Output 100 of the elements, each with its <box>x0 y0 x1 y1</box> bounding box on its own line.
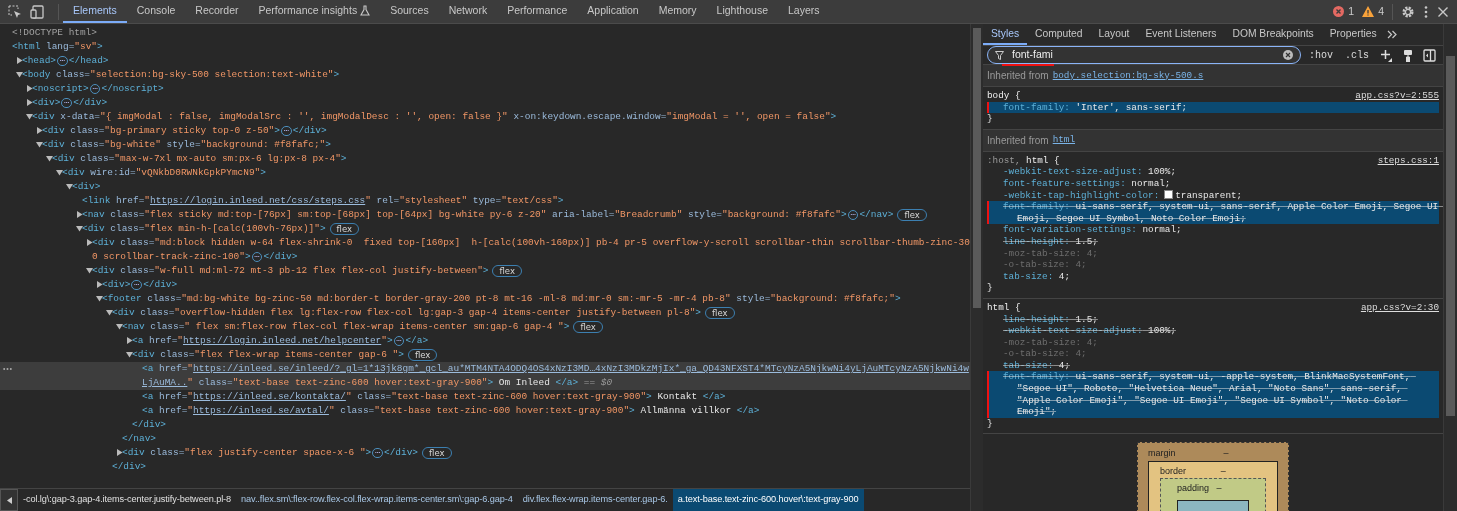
tree-row[interactable]: <div class="flex flex-wrap items-center gap-6 "> flex <box>0 348 970 362</box>
panel-tab[interactable]: Properties <box>1321 24 1385 45</box>
triangle-down-icon[interactable] <box>66 183 73 190</box>
selector-link[interactable]: html <box>1052 133 1076 148</box>
source-link[interactable]: steps.css:1 <box>1377 154 1439 167</box>
triangle-right-icon[interactable] <box>16 57 23 64</box>
tree-row[interactable]: <a href="https://login.inleed.net/helpcenter"> ⋯ </a> <box>0 334 970 348</box>
triangle-down-icon[interactable] <box>116 323 123 330</box>
tree-row[interactable]: <div class="max-w-7xl mx-auto sm:px-6 lg:px-8 px-4"> <box>0 152 970 166</box>
tree-row[interactable]: <a href="https://inleed.se/avtal/" class="text-base text-zinc-600 hover:text-gray-900"> Allmänna villkor </a> <box>0 404 970 418</box>
css-declaration[interactable]: font-feature-settings: normal; <box>989 177 1439 190</box>
triangle-right-icon[interactable] <box>76 211 83 218</box>
css-value[interactable]: transparent; <box>1175 189 1243 201</box>
tree-row[interactable]: <div class="overflow-hidden flex lg:flex-row flex-col lg:gap-3 gap-4 items-center justify-between pl-8"> flex <box>0 306 970 320</box>
tree-row[interactable]: <div class="flex justify-center space-x-6 "> ⋯ </div> flex <box>0 446 970 460</box>
tree-row[interactable]: <div> ⋯ </div> <box>0 278 970 292</box>
tree-row[interactable]: <div wire:id="vQNkbD0RWNkGpkPYmcN9"> <box>0 166 970 180</box>
devtools-tab[interactable]: Network <box>438 0 498 23</box>
panel-tab[interactable]: DOM Breakpoints <box>1224 24 1322 45</box>
css-declaration[interactable]: -webkit-text-size-adjust: 100%; <box>989 325 1439 337</box>
panel-tab[interactable]: Layout <box>1090 24 1138 45</box>
devtools-tab[interactable]: Layers <box>778 0 830 23</box>
triangle-right-icon[interactable] <box>126 337 133 344</box>
tree-row[interactable]: <body class="selection:bg-sky-500 selection:text-white"> <box>0 68 970 82</box>
tree-row[interactable]: <nav class="flex sticky md:top-[76px] sm:top-[68px] top-[64px] bg-white py-6 z-20" aria-label="Breadcrumb" style="background: #f8fafc"> ⋯ </nav> flex <box>0 208 970 222</box>
breadcrumb-item[interactable]: -col.lg\:gap-3.gap-4.items-center.justify-between.pl-8 <box>18 489 237 511</box>
css-declaration[interactable]: line-height: 1.5; <box>989 313 1439 326</box>
tree-row[interactable]: <html lang="sv"> <box>0 40 970 54</box>
tree-row[interactable]: <div> <box>0 180 970 194</box>
css-declaration[interactable]: line-height: 1.5; <box>989 235 1439 248</box>
devtools-tab[interactable]: Memory <box>648 0 707 23</box>
triangle-down-icon[interactable] <box>36 141 43 148</box>
sidebar-toggle-icon[interactable] <box>1423 48 1436 62</box>
triangle-down-icon[interactable] <box>126 351 133 358</box>
tree-row[interactable]: <noscript> ⋯ </noscript> <box>0 82 970 96</box>
triangle-down-icon[interactable] <box>56 169 63 176</box>
tree-row[interactable]: <a href="https://inleed.se/kontakta/" class="text-base text-zinc-600 hover:text-gray-900"> Kontakt </a> <box>0 390 970 404</box>
triangle-right-icon[interactable] <box>26 85 33 92</box>
panel-tab[interactable]: Computed <box>1027 24 1091 45</box>
tree-row[interactable]: <div> ⋯ </div> <box>0 96 970 110</box>
css-declaration[interactable]: -webkit-text-size-adjust: 100%; <box>989 166 1439 178</box>
css-declaration[interactable]: tab-size: 4; <box>989 270 1439 283</box>
devtools-tab[interactable]: Console <box>126 0 186 23</box>
scroll-left-button[interactable] <box>0 489 18 511</box>
source-link[interactable]: app.css?v=2:30 <box>1360 301 1439 314</box>
tree-row[interactable]: <link href="https://login.inleed.net/css/steps.css" rel="stylesheet" type="text/css"> <box>0 194 970 208</box>
triangle-down-icon[interactable] <box>106 309 113 316</box>
triangle-down-icon[interactable] <box>16 71 23 78</box>
device-toggle-icon[interactable] <box>30 4 46 19</box>
triangle-down-icon[interactable] <box>26 113 33 120</box>
selector-link[interactable]: body.selection:bg-sky-500.s <box>1052 68 1204 83</box>
tree-row[interactable]: <div class="bg-white" style="background: #f8fafc;"> <box>0 138 970 152</box>
triangle-right-icon[interactable] <box>86 239 93 246</box>
new-rule-icon[interactable] <box>1380 48 1393 62</box>
breadcrumb-item[interactable]: div.flex.flex-wrap.items-center.gap-6. <box>517 489 673 511</box>
triangle-down-icon[interactable] <box>86 267 93 274</box>
settings-icon[interactable] <box>1401 4 1415 19</box>
breadcrumb-item[interactable]: a.text-base.text-zinc-600.hover\:text-gray-900 <box>672 489 864 511</box>
tree-row[interactable]: <!DOCTYPE html> <box>0 26 970 40</box>
toolbar-toggle[interactable]: .cls <box>1341 47 1373 63</box>
devtools-tab[interactable]: Application <box>577 0 649 23</box>
paint-roller-icon[interactable] <box>1403 48 1413 62</box>
more-options-icon[interactable] <box>1423 4 1429 19</box>
tree-row[interactable]: <footer class="md:bg-white bg-zinc-50 md:border-t border-gray-200 pt-8 mt-16 -ml-8 md:mr-0 sm:-mr-5 -mr-4 pb-8" style="background: #f8fafc;"> <box>0 292 970 306</box>
toolbar-toggle[interactable]: :hov <box>1304 47 1337 63</box>
filter-field[interactable]: font-fami <box>987 46 1301 64</box>
chevrons-right-icon[interactable] <box>1386 30 1397 39</box>
ellipsis-icon[interactable] <box>3 367 12 371</box>
tree-row[interactable]: <nav class=" flex sm:flex-row flex-col flex-wrap items-center sm:gap-6 gap-4 "> flex <box>0 320 970 334</box>
triangle-right-icon[interactable] <box>26 99 33 106</box>
tree-row[interactable]: <div class="bg-primary sticky top-0 z-50"> ⋯ </div> <box>0 124 970 138</box>
css-declaration[interactable]: font-family: 'Inter', sans-serif; <box>989 101 1439 114</box>
devtools-tab[interactable]: Performance <box>497 0 578 23</box>
tree-row[interactable]: <div class="flex min-h-[calc(100vh-76px)]"> flex <box>0 222 970 236</box>
triangle-right-icon[interactable] <box>116 449 123 456</box>
inspect-icon[interactable] <box>8 4 22 19</box>
tree-row[interactable]: <div class="w-full md:ml-72 mt-3 pb-12 flex flex-col justify-between"> flex <box>0 264 970 278</box>
devtools-tab[interactable]: Performance insights <box>248 0 381 23</box>
triangle-down-icon[interactable] <box>76 225 83 232</box>
panel-tab[interactable]: Event Listeners <box>1137 24 1225 45</box>
tree-row[interactable]: <head> ⋯ </head> <box>0 54 970 68</box>
devtools-tab[interactable]: Elements <box>63 0 127 23</box>
triangle-right-icon[interactable] <box>96 281 103 288</box>
clear-icon[interactable] <box>1282 50 1293 60</box>
tree-row[interactable]: <div x-data="{ imgModal : false, imgModalSrc : '', imgModalDesc : '', open: false }" x-on:keydown.escape.window="imgModal = '', open = false"> <box>0 110 970 124</box>
devtools-tab[interactable]: Lighthouse <box>706 0 778 23</box>
scrollbar-thumb[interactable] <box>973 28 981 308</box>
triangle-down-icon[interactable] <box>96 295 103 302</box>
close-icon[interactable] <box>1437 5 1449 18</box>
source-link[interactable]: app.css?v=2:555 <box>1355 90 1439 102</box>
triangle-down-icon[interactable] <box>46 155 53 162</box>
scrollbar-thumb[interactable] <box>1446 56 1455 416</box>
triangle-right-icon[interactable] <box>36 127 43 134</box>
css-declaration[interactable]: font-variation-settings: normal; <box>989 224 1439 236</box>
color-swatch-icon[interactable] <box>1164 189 1174 199</box>
filter-text[interactable]: font-fami <box>1012 47 1275 63</box>
breadcrumb-item[interactable]: nav..flex.sm\:flex-row.flex-col.flex-wrap.items-center.sm\:gap-6.gap-4 <box>236 489 518 511</box>
devtools-tab[interactable]: Sources <box>380 0 439 23</box>
css-property[interactable]: -webkit-tap-highlight-color: <box>1003 189 1160 201</box>
devtools-tab[interactable]: Recorder <box>185 0 249 23</box>
